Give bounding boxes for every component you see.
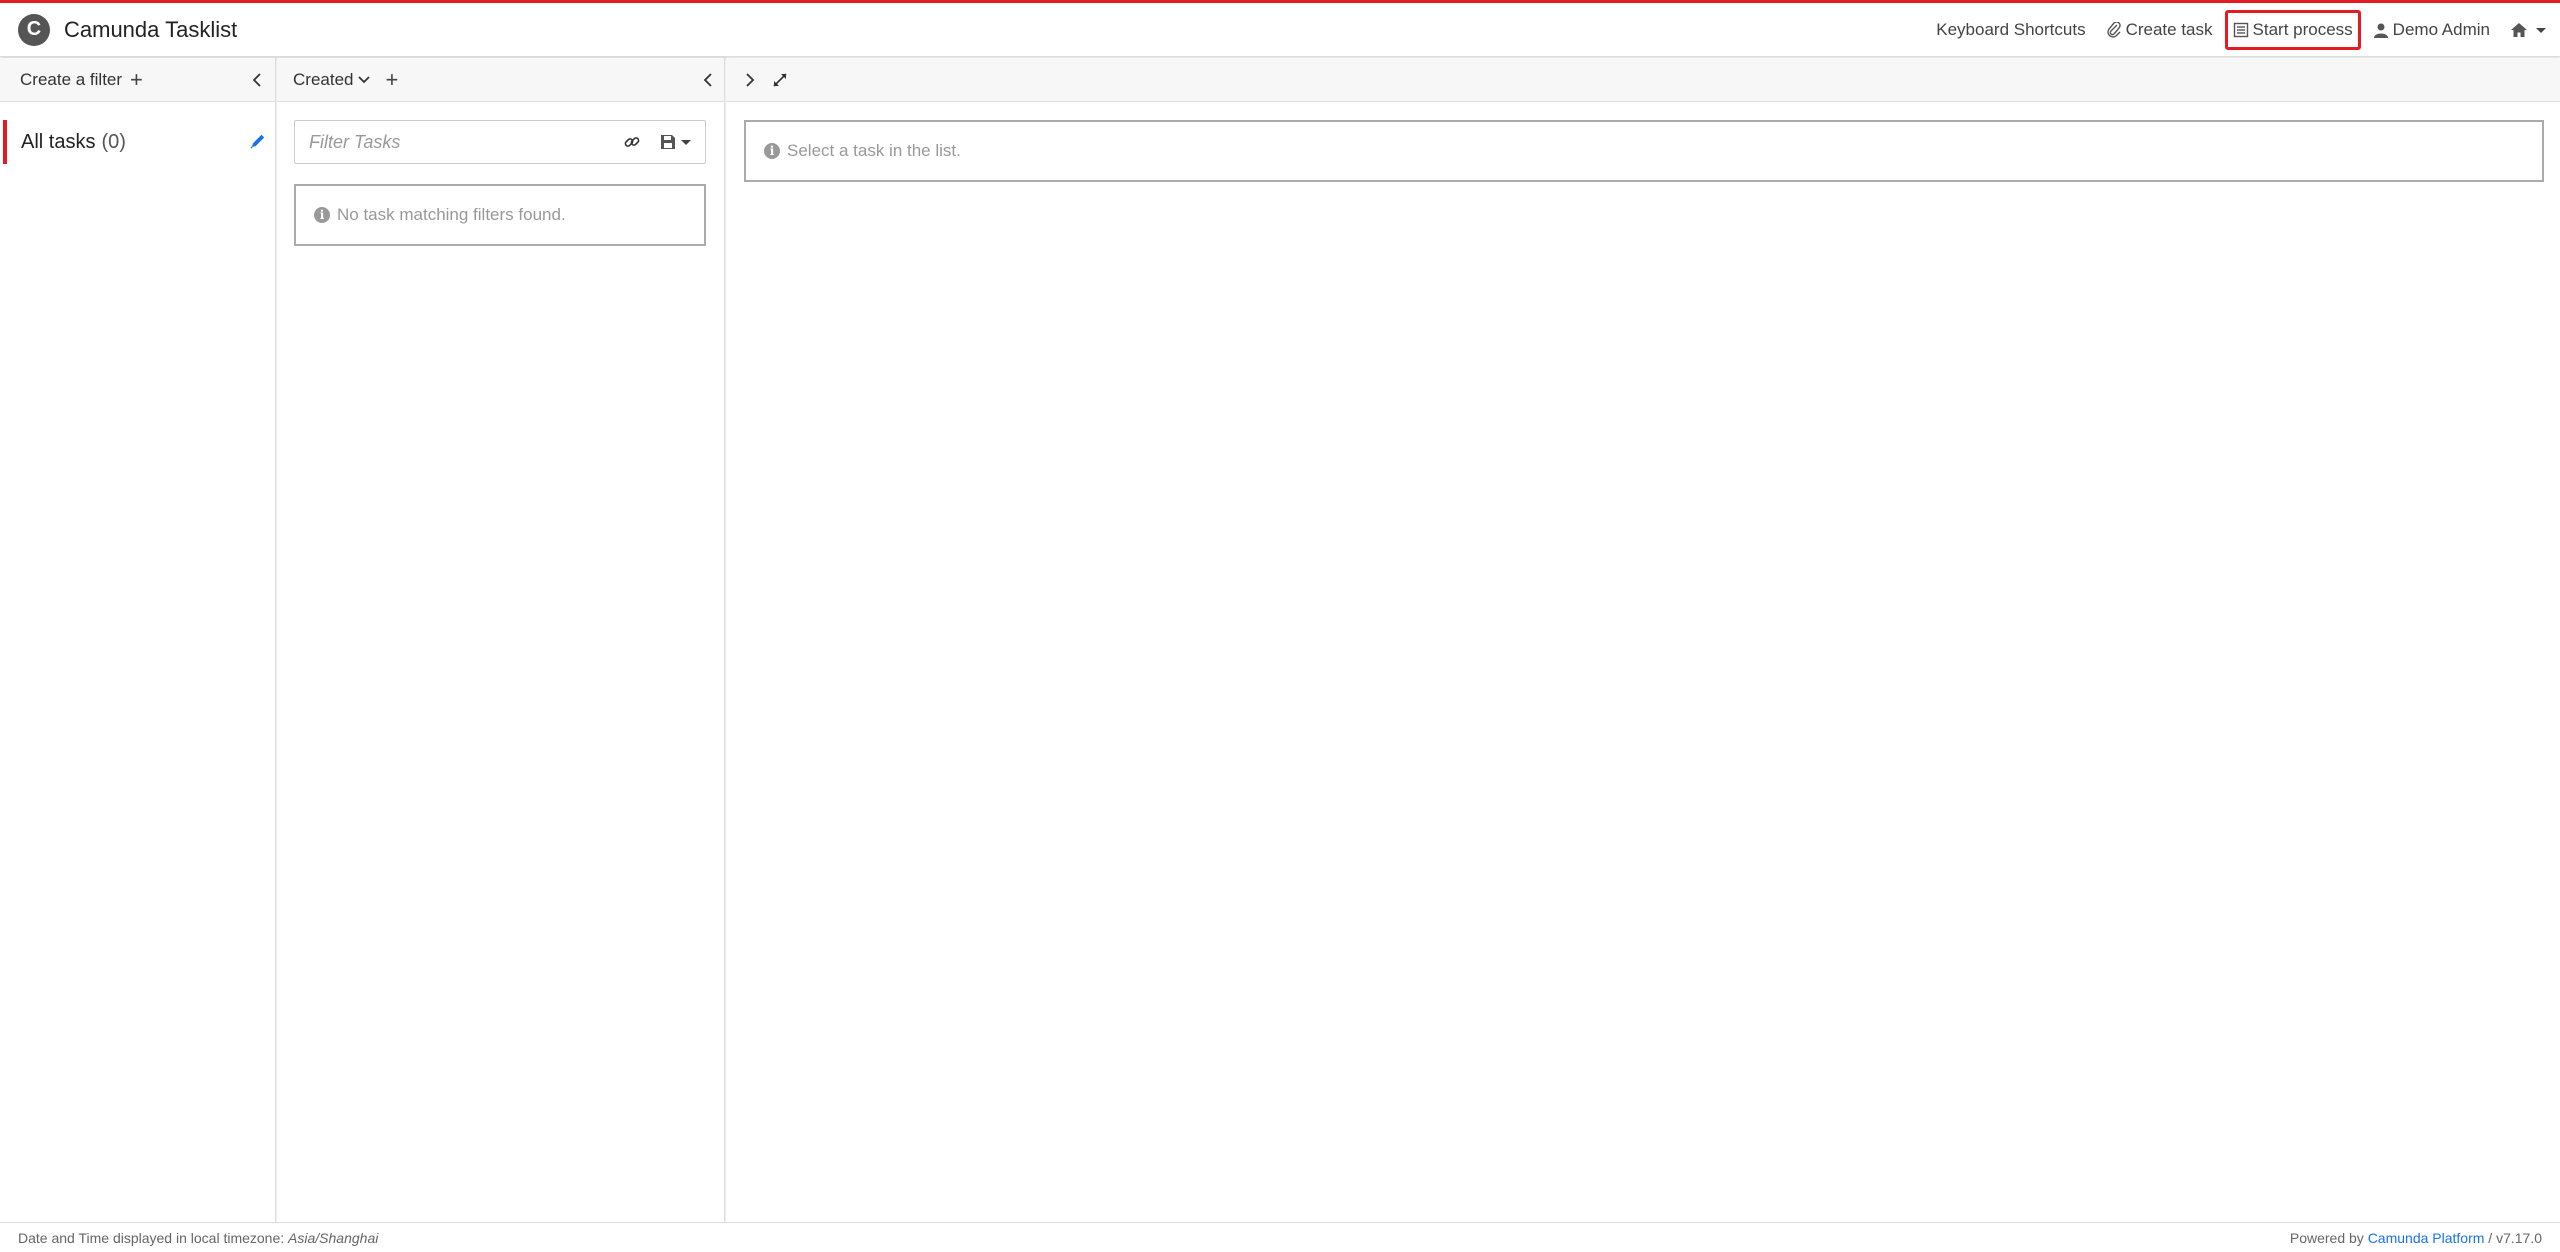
app-title: Camunda Tasklist	[64, 16, 238, 42]
filters-panel: Create a filter + All tasks (0)	[0, 58, 276, 1222]
list-alt-icon	[2233, 22, 2248, 38]
collapse-filters-button[interactable]	[247, 70, 267, 90]
filter-count: (0)	[101, 130, 126, 153]
user-name: Demo Admin	[2392, 20, 2490, 39]
start-process-label: Start process	[2252, 20, 2353, 39]
task-detail-panel: i Select a task in the list.	[726, 58, 2560, 1222]
filter-item-all-tasks[interactable]: All tasks (0)	[3, 120, 273, 164]
filter-name: All tasks	[21, 130, 96, 153]
sort-created-button[interactable]: Created	[293, 70, 353, 90]
timezone-text: Date and Time displayed in local timezon…	[18, 1229, 285, 1246]
select-task-message: i Select a task in the list.	[744, 120, 2544, 182]
chevron-left-icon	[703, 73, 712, 87]
filter-tasks-input[interactable]	[309, 131, 599, 153]
keyboard-shortcuts-label: Keyboard Shortcuts	[1936, 20, 2086, 39]
save-search-button[interactable]	[659, 133, 691, 151]
info-icon: i	[764, 143, 780, 159]
collapse-list-button[interactable]	[698, 70, 718, 90]
expand-list-button[interactable]	[740, 70, 760, 90]
camunda-logo-icon: C	[18, 13, 50, 46]
create-filter-button[interactable]: Create a filter	[20, 70, 122, 90]
powered-by-text: Powered by	[2289, 1229, 2364, 1246]
pencil-icon-svg	[250, 134, 265, 149]
no-tasks-text: No task matching filters found.	[337, 205, 566, 224]
app-header: C Camunda Tasklist Keyboard Shortcuts Cr…	[0, 3, 2560, 57]
camunda-platform-link[interactable]: Camunda Platform	[2368, 1230, 2485, 1246]
fullscreen-button[interactable]	[770, 70, 790, 90]
chevron-down-icon[interactable]	[357, 75, 371, 85]
chevron-left-icon	[252, 73, 261, 87]
filters-header: Create a filter +	[0, 58, 275, 102]
keyboard-shortcuts-link[interactable]: Keyboard Shortcuts	[1928, 10, 2093, 50]
create-task-link[interactable]: Create task	[2098, 10, 2221, 50]
floppy-disk-icon	[661, 135, 675, 149]
footer: Date and Time displayed in local timezon…	[0, 1222, 2560, 1252]
paperclip-icon	[2106, 22, 2121, 38]
chain-link-icon	[624, 137, 640, 147]
chevron-right-icon	[746, 73, 755, 87]
top-nav: Keyboard Shortcuts Create task Start pro…	[1924, 3, 2560, 57]
caret-down-icon	[681, 139, 691, 145]
pencil-icon[interactable]	[249, 132, 267, 156]
user-icon	[2373, 23, 2388, 38]
link-icon[interactable]	[623, 133, 641, 156]
plus-icon[interactable]: +	[130, 68, 143, 91]
add-sorting-plus-icon[interactable]: +	[385, 68, 398, 91]
home-menu[interactable]	[2502, 10, 2554, 50]
create-task-label: Create task	[2125, 20, 2213, 39]
task-detail-header	[726, 58, 2560, 102]
info-icon: i	[314, 207, 330, 223]
user-menu[interactable]: Demo Admin	[2365, 10, 2498, 50]
expand-arrows-icon	[773, 73, 787, 87]
version-text: / v7.17.0	[2488, 1229, 2542, 1246]
task-search	[294, 120, 706, 164]
task-list-panel: Created + i No task	[277, 58, 725, 1222]
select-task-text: Select a task in the list.	[787, 141, 961, 160]
brand[interactable]: C Camunda Tasklist	[18, 13, 238, 46]
task-list-header: Created +	[277, 58, 724, 102]
home-icon	[2511, 23, 2527, 37]
timezone-value: Asia/Shanghai	[288, 1229, 379, 1246]
timezone-info: Date and Time displayed in local timezon…	[18, 1230, 378, 1246]
no-tasks-message: i No task matching filters found.	[294, 184, 706, 246]
start-process-link[interactable]: Start process	[2224, 10, 2361, 50]
powered-by: Powered by Camunda Platform / v7.17.0	[2290, 1230, 2542, 1246]
caret-down-icon	[2536, 27, 2546, 33]
